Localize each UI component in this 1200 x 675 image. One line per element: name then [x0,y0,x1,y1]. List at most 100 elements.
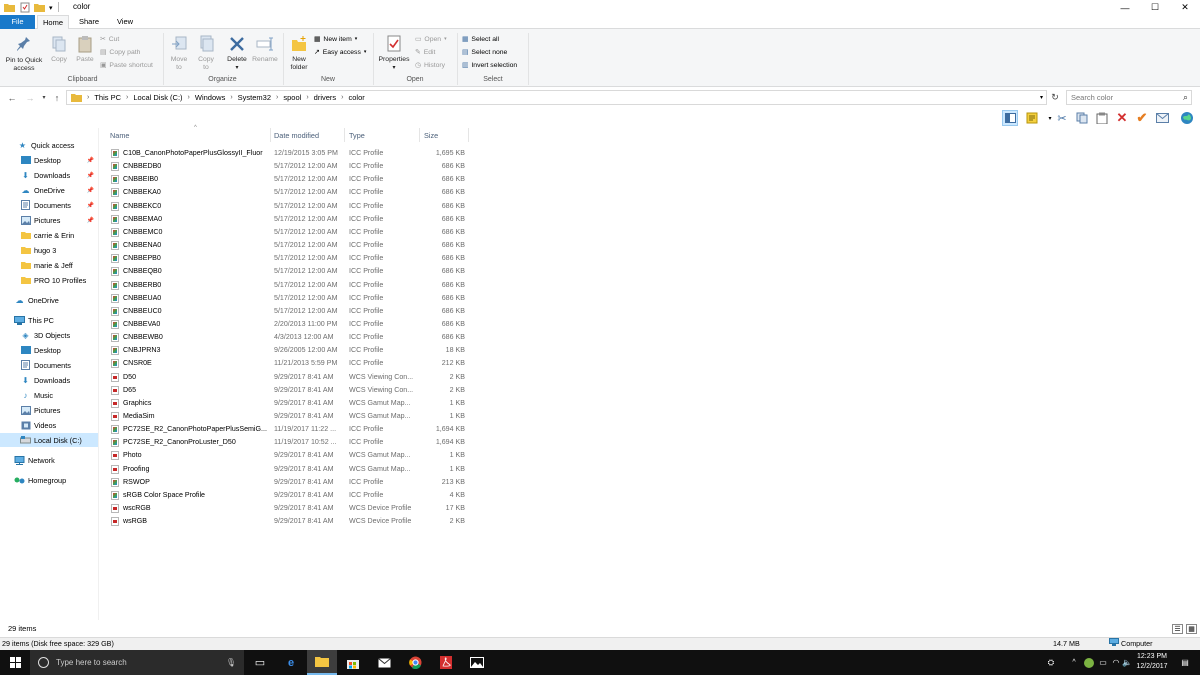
paste-shortcut-button[interactable]: ▣ Paste shortcut [100,59,153,71]
address-bar[interactable]: › This PC › Local Disk (C:) › Windows › … [66,90,1047,105]
nav-qa-pro-10-profiles[interactable]: PRO 10 Profiles [0,273,98,287]
select-none-button[interactable]: ▤ Select none [462,46,507,58]
nav-pc-documents[interactable]: Documents [0,358,98,372]
people-icon[interactable]: ⛭ [1044,650,1058,675]
file-row[interactable]: CNBBERB0 5/17/2012 12:00 AM ICC Profile 686… [109,279,469,292]
file-row[interactable]: CNBBEWB0 4/3/2013 12:00 AM ICC Profile 686 … [109,331,469,344]
show-hidden-icons-icon[interactable]: ^ [1069,650,1079,675]
breadcrumb-windows[interactable]: Windows [195,93,225,102]
file-row[interactable]: CNBBEQB0 5/17/2012 12:00 AM ICC Profile 686… [109,265,469,278]
details-view-icon[interactable]: ☰ [1172,624,1183,634]
nav-onedrive[interactable]: ☁ OneDrive [0,293,98,307]
delete-dropdown-icon[interactable]: ▾ [224,64,250,72]
new-folder-button[interactable]: New folder [287,35,311,72]
store-icon[interactable] [338,650,368,675]
pin-to-quick-access-button[interactable]: Pin to Quick access [2,35,46,73]
edit-button[interactable]: ✎ Edit [415,46,435,58]
checkmark-icon[interactable]: ✔ [1134,110,1150,126]
tab-file[interactable]: File [0,15,35,29]
file-row[interactable]: CNBBEUC0 5/17/2012 12:00 AM ICC Profile 686… [109,305,469,318]
breadcrumb-this-pc[interactable]: This PC [94,93,121,102]
paste-button[interactable]: Paste [72,35,98,64]
file-row[interactable]: RSWOP 9/29/2017 8:41 AM ICC Profile 213 KB [109,476,469,489]
file-row[interactable]: Proofing 9/29/2017 8:41 AM WCS Gamut Map..… [109,463,469,476]
nav-homegroup[interactable]: Homegroup [0,473,98,487]
copy-icon[interactable] [1074,110,1090,126]
nav-quick-access[interactable]: ★ Quick access [0,138,98,152]
large-icons-view-icon[interactable]: ▦ [1186,624,1197,634]
notes-icon[interactable] [1024,110,1040,126]
edge-browser-icon[interactable]: e [276,650,306,675]
file-row[interactable]: wscRGB 9/29/2017 8:41 AM WCS Device Profil… [109,502,469,515]
taskbar-clock[interactable]: 12:23 PM 12/2/2017 [1130,652,1174,672]
file-row[interactable]: CNBBENA0 5/17/2012 12:00 AM ICC Profile 686… [109,239,469,252]
column-header-date[interactable]: Date modified [271,128,345,142]
address-dropdown-icon[interactable]: ▾ [1040,94,1043,101]
back-button[interactable]: ← [6,91,18,104]
refresh-button[interactable]: ↻ [1048,90,1062,105]
file-row[interactable]: CNBBEMC0 5/17/2012 12:00 AM ICC Profile 686… [109,226,469,239]
file-row[interactable]: PC72SE_R2_CanonProLuster_D50 11/19/2017 1… [109,436,469,449]
file-row[interactable]: CNBBEVA0 2/20/2013 11:00 PM ICC Profile 686… [109,318,469,331]
maximize-button[interactable]: ☐ [1140,0,1170,15]
nav-qa-downloads[interactable]: ⬇ Downloads 📌 [0,168,98,182]
nav-pc-pictures[interactable]: Pictures [0,403,98,417]
new-folder-quick-icon[interactable] [34,2,45,13]
file-row[interactable]: Graphics 9/29/2017 8:41 AM WCS Gamut Map..… [109,397,469,410]
file-row[interactable]: CNBBEUA0 5/17/2012 12:00 AM ICC Profile 686… [109,292,469,305]
copy-button[interactable]: Copy [46,35,72,64]
taskbar-search-box[interactable]: Type here to search 🎙 [30,650,244,675]
file-row[interactable]: CNBBEMA0 5/17/2012 12:00 AM ICC Profile 686… [109,213,469,226]
breadcrumb-local-disk[interactable]: Local Disk (C:) [133,93,182,102]
nav-qa-hugo-3[interactable]: hugo 3 [0,243,98,257]
task-view-icon[interactable]: ▭ [245,650,275,675]
nav-qa-marie-jeff[interactable]: marie & Jeff [0,258,98,272]
file-row[interactable]: CNBBEKA0 5/17/2012 12:00 AM ICC Profile 686… [109,186,469,199]
file-row[interactable]: CNBBEIB0 5/17/2012 12:00 AM ICC Profile 686… [109,173,469,186]
file-row[interactable]: PC72SE_R2_CanonPhotoPaperPlusSemiG... 11/… [109,423,469,436]
nav-qa-documents[interactable]: Documents 📌 [0,198,98,212]
close-button[interactable]: ✕ [1170,0,1200,15]
nav-this-pc[interactable]: This PC [0,313,98,327]
history-button[interactable]: ◷ History [415,59,445,71]
customize-quick-access-icon[interactable]: ▾ [49,2,53,13]
column-header-type[interactable]: Type [345,128,420,142]
microphone-icon[interactable]: 🎙 [226,658,236,667]
photos-icon[interactable] [462,650,492,675]
app-tray-icon[interactable] [1083,650,1095,675]
nav-qa-carrie-erin[interactable]: carrie & Erin [0,228,98,242]
mail-icon[interactable] [369,650,399,675]
battery-icon[interactable]: ▭ [1097,650,1109,675]
file-row[interactable]: MediaSim 9/29/2017 8:41 AM WCS Gamut Map..… [109,410,469,423]
search-box[interactable]: Search color ⌕ [1066,90,1192,105]
copy-path-button[interactable]: ▤ Copy path [100,46,140,58]
forward-button[interactable]: → [24,91,36,104]
properties-quick-icon[interactable] [20,2,30,13]
chrome-icon[interactable] [400,650,430,675]
tab-share[interactable]: Share [74,15,104,29]
file-row[interactable]: CNBJPRN3 9/26/2005 12:00 AM ICC Profile 18 … [109,344,469,357]
file-row[interactable]: wsRGB 9/29/2017 8:41 AM WCS Device Profile… [109,515,469,528]
column-header-size[interactable]: Size [420,128,469,142]
globe-icon[interactable] [1179,110,1195,126]
nav-network[interactable]: Network [0,453,98,467]
file-row[interactable]: CNBBEPB0 5/17/2012 12:00 AM ICC Profile 686… [109,252,469,265]
delete-icon[interactable]: ✕ [1114,110,1130,126]
move-to-button[interactable]: Move to [167,35,191,72]
tab-home[interactable]: Home [37,15,69,30]
file-row[interactable]: D50 9/29/2017 8:41 AM WCS Viewing Con... 2 … [109,371,469,384]
breadcrumb-color[interactable]: color [349,93,365,102]
email-icon[interactable] [1154,110,1170,126]
open-button[interactable]: ▭ Open ▾ [415,33,447,45]
file-explorer-taskbar-icon[interactable] [307,650,337,675]
nav-pc-local-disk[interactable]: Local Disk (C:) [0,433,98,447]
recent-locations-button[interactable]: ▾ [38,91,50,104]
breadcrumb-drivers[interactable]: drivers [314,93,337,102]
preview-pane-icon[interactable] [1002,110,1018,126]
select-all-button[interactable]: ▦ Select all [462,33,499,45]
cut-button[interactable]: ✂ Cut [100,33,119,45]
nav-pc-videos[interactable]: Videos [0,418,98,432]
properties-button[interactable]: Properties ▾ [377,35,411,72]
file-row[interactable]: CNSR0E 11/21/2013 5:59 PM ICC Profile 212 K… [109,357,469,370]
nav-qa-desktop[interactable]: Desktop 📌 [0,153,98,167]
